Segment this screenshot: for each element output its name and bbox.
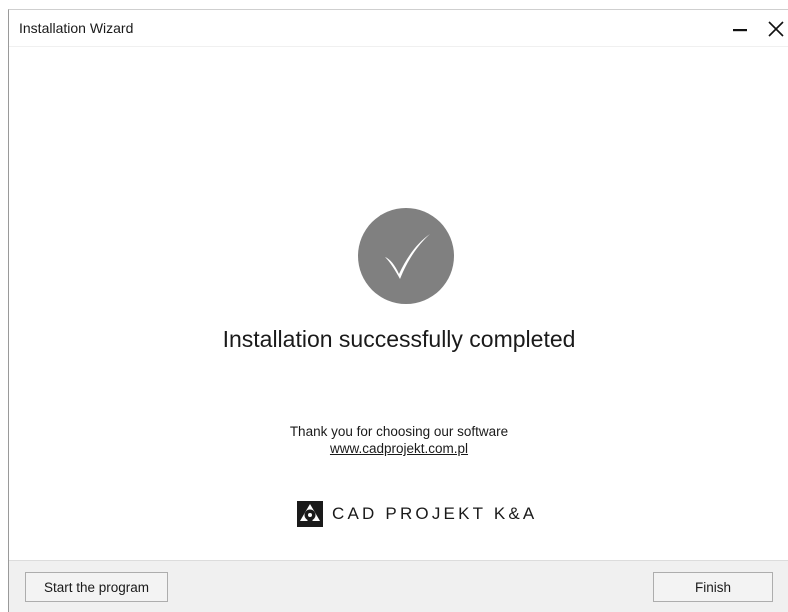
minimize-button[interactable] — [725, 16, 755, 42]
logo-text: CAD PROJEKT K&A — [332, 504, 538, 523]
wizard-content: Installation successfully completed Than… — [9, 47, 788, 560]
minimize-icon — [733, 29, 747, 32]
success-status — [357, 207, 455, 305]
close-icon — [768, 21, 784, 37]
close-button[interactable] — [761, 16, 788, 42]
cad-projekt-logo-icon — [297, 501, 323, 527]
installer-window: Installation Wizard Installation success… — [8, 9, 788, 612]
website-link-row: www.cadprojekt.com.pl — [9, 441, 788, 456]
finish-button[interactable]: Finish — [653, 572, 773, 602]
button-bar: Start the program Finish — [9, 560, 788, 612]
thank-you-text: Thank you for choosing our software — [289, 424, 509, 439]
completion-headline: Installation successfully completed — [222, 326, 576, 352]
title-bar: Installation Wizard — [9, 10, 788, 47]
company-logo: CAD PROJEKT K&A — [296, 498, 537, 530]
checkmark-icon — [358, 208, 454, 304]
window-title: Installation Wizard — [19, 20, 134, 36]
website-link[interactable]: www.cadprojekt.com.pl — [330, 441, 468, 456]
start-program-button[interactable]: Start the program — [25, 572, 168, 602]
